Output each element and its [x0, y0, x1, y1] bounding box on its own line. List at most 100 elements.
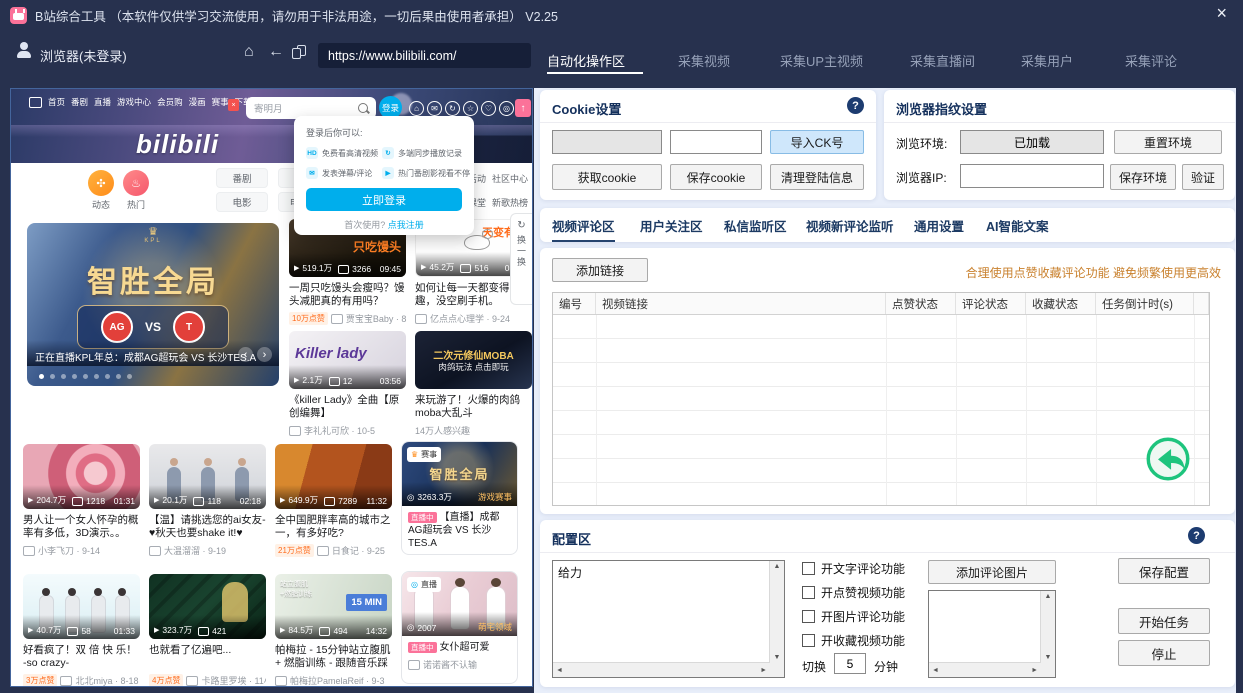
browser-ip-input[interactable] — [960, 164, 1104, 188]
stop-button[interactable]: 停止 — [1118, 640, 1210, 666]
video-thumbnail[interactable]: Killer lady ▶2.1万 12 03:56 — [289, 331, 406, 389]
hot-circle-icon[interactable]: ♨ — [123, 170, 149, 196]
image-list-area[interactable]: ▲▼ ◄► — [928, 590, 1056, 678]
horizontal-scrollbar[interactable]: ◄► — [929, 662, 1041, 677]
tab-collect-live[interactable]: 采集直播间 — [910, 51, 975, 70]
video-title[interactable]: 也就看了亿遍吧... — [149, 644, 266, 671]
video-card[interactable]: ▶323.7万 421 也就看了亿遍吧... 4万点赞 卡路里罗埃 · 11小时… — [149, 574, 266, 687]
tab-collect-comment[interactable]: 采集评论 — [1125, 51, 1177, 70]
cookie-input-1[interactable] — [552, 130, 662, 154]
checkbox-text-comment[interactable]: 开文字评论功能 — [802, 560, 905, 577]
live-title[interactable]: 直播中女仆超可爱 — [402, 636, 517, 655]
save-cookie-button[interactable]: 保存cookie — [670, 164, 762, 190]
activity-icon[interactable]: × — [228, 99, 239, 111]
nav-esports[interactable]: 赛事 — [212, 96, 229, 108]
vertical-scrollbar[interactable]: ▲▼ — [769, 561, 784, 663]
checkbox-image-comment[interactable]: 开图片评论功能 — [802, 608, 905, 625]
nav-live[interactable]: 直播 — [94, 96, 111, 108]
refresh-widget[interactable]: ↻ 换一换 — [510, 213, 532, 305]
refresh-icon[interactable]: ↻ — [517, 220, 525, 231]
horizontal-scrollbar[interactable]: ◄► — [553, 662, 770, 677]
get-cookie-button[interactable]: 获取cookie — [552, 164, 662, 190]
link-community[interactable]: 社区中心 — [492, 172, 528, 185]
subtab-dm-monitor[interactable]: 私信监听区 — [724, 216, 787, 240]
live-card[interactable]: ♛赛事 智胜全局 ◎3263.3万 游戏赛事 直播中【直播】成都AG超玩会 VS… — [401, 441, 518, 555]
video-card[interactable]: ▶20.1万 118 02:18 【温】请挑选您的ai女友-♥秋天也要shake… — [149, 444, 266, 557]
video-title[interactable]: 《killer Lady》全曲【原创编舞】 — [289, 394, 406, 421]
video-title[interactable]: 好看疯了！双 倍 快 乐！ -so crazy- — [23, 644, 140, 671]
video-card[interactable]: ▶204.7万 1218 01:31 男人让一个女人怀孕的概率有多低，3D演示。… — [23, 444, 140, 557]
nav-bangumi[interactable]: 番剧 — [71, 96, 88, 108]
live-carousel[interactable]: ♛KPL 智胜全局 AG VS T 正在直播KPL年总：成都AG超玩会 VS 长… — [27, 223, 279, 386]
message-icon[interactable]: ✉ — [427, 101, 442, 116]
login-now-button[interactable]: 立即登录 — [306, 188, 462, 211]
tab-collect-video[interactable]: 采集视频 — [678, 51, 730, 70]
subtab-general-settings[interactable]: 通用设置 — [914, 216, 964, 240]
video-title[interactable]: 帕梅拉 - 15分钟站立腹肌 + 燃脂训练 - 跟随音乐踩点 全程... — [275, 644, 392, 671]
video-thumbnail[interactable]: ▶20.1万 118 02:18 — [149, 444, 266, 509]
tab-collect-up-video[interactable]: 采集UP主视频 — [780, 51, 863, 70]
nav-manga[interactable]: 漫画 — [189, 96, 206, 108]
video-title[interactable]: 一周只吃馒头会瘦吗？馒头减肥真的有用吗？ — [289, 282, 406, 309]
back-icon[interactable]: ← — [268, 43, 284, 61]
live-title[interactable]: 直播中【直播】成都AG超玩会 VS 长沙TES.A — [402, 506, 517, 551]
cookie-input-2[interactable] — [670, 130, 762, 154]
clear-login-button[interactable]: 清理登陆信息 — [770, 164, 864, 190]
upload-button[interactable]: ↑ — [515, 99, 531, 117]
subtab-video-comment[interactable]: 视频评论区 — [552, 216, 615, 242]
tab-automation[interactable]: 自动化操作区 — [547, 51, 625, 70]
checkbox-favorite-video[interactable]: 开收藏视频功能 — [802, 632, 905, 649]
video-title[interactable]: 来玩游了！火爆的肉鸽moba大乱斗 — [415, 394, 532, 421]
nav-home[interactable]: 首页 — [48, 96, 65, 108]
start-task-button[interactable]: 开始任务 — [1118, 608, 1210, 634]
live-card[interactable]: ◎直播 ◎2007 萌宅领域 直播中女仆超可爱 诺诺酱不认输 — [401, 571, 518, 684]
carousel-dots[interactable] — [39, 374, 132, 379]
vertical-scrollbar[interactable]: ▲▼ — [1040, 591, 1055, 663]
return-arrow-icon[interactable] — [1145, 436, 1191, 482]
copy-icon[interactable] — [292, 45, 307, 60]
video-title[interactable]: 【温】请挑选您的ai女友-♥秋天也要shake it!♥ — [149, 514, 266, 541]
video-thumbnail[interactable]: ▶323.7万 421 — [149, 574, 266, 639]
video-thumbnail[interactable]: ▶204.7万 1218 01:31 — [23, 444, 140, 509]
add-comment-image-button[interactable]: 添加评论图片 — [928, 560, 1056, 584]
save-config-button[interactable]: 保存配置 — [1118, 558, 1210, 584]
comment-text-area[interactable]: 给力 ▲▼ ◄► — [552, 560, 785, 678]
add-link-button[interactable]: 添加链接 — [552, 258, 648, 282]
video-card[interactable]: ▶649.9万 7289 11:32 全中国肥胖率高的城市之一，有多好吃? 21… — [275, 444, 392, 557]
close-icon[interactable]: × — [1216, 3, 1227, 24]
home-icon[interactable]: ⌂ — [244, 43, 254, 61]
subtab-user-follow[interactable]: 用户关注区 — [640, 216, 703, 240]
url-input[interactable]: https://www.bilibili.com/ — [318, 43, 531, 68]
switch-minutes-input[interactable]: 5 — [834, 653, 866, 674]
reset-env-button[interactable]: 重置环境 — [1114, 130, 1222, 154]
subtab-new-comment-monitor[interactable]: 视频新评论监听 — [806, 216, 894, 240]
chip-movie[interactable]: 电影 — [216, 192, 268, 212]
task-table[interactable]: 编号 视频链接 点赞状态 评论状态 收藏状态 任务倒计时(s) — [552, 292, 1210, 506]
ad-card[interactable]: 二次元修仙MOBA 肉鸽玩法 点击即玩 来玩游了！火爆的肉鸽moba大乱斗 14… — [415, 331, 532, 437]
subtab-ai-copywriting[interactable]: AI智能文案 — [986, 216, 1049, 240]
link-music-chart[interactable]: 新歌热榜 — [492, 196, 528, 209]
creation-icon[interactable]: ◎ — [499, 101, 514, 116]
import-ck-button[interactable]: 导入CK号 — [770, 130, 864, 154]
video-title[interactable]: 全中国肥胖率高的城市之一，有多好吃? — [275, 514, 392, 541]
history-icon[interactable]: ♡ — [481, 101, 496, 116]
video-thumbnail[interactable]: 站立腹肌+燃脂训练 15 MIN ▶84.5万 494 14:32 — [275, 574, 392, 639]
chip-bangumi[interactable]: 番剧 — [216, 168, 268, 188]
video-thumbnail[interactable]: ▶40.7万 58 01:33 — [23, 574, 140, 639]
video-card[interactable]: Killer lady ▶2.1万 12 03:56 《killer Lady》… — [289, 331, 406, 437]
video-title[interactable]: 男人让一个女人怀孕的概率有多低，3D演示。。 — [23, 514, 140, 541]
nav-game-center[interactable]: 游戏中心 — [117, 96, 151, 108]
carousel-next-icon[interactable]: › — [257, 347, 272, 362]
verify-button[interactable]: 验证 — [1182, 164, 1224, 190]
video-thumbnail[interactable]: ▶649.9万 7289 11:32 — [275, 444, 392, 509]
video-card[interactable]: ▶40.7万 58 01:33 好看疯了！双 倍 快 乐！ -so crazy-… — [23, 574, 140, 687]
cookie-help-icon[interactable]: ? — [847, 97, 864, 114]
search-icon[interactable] — [358, 103, 368, 113]
member-icon[interactable]: ⌂ — [409, 101, 424, 116]
dynamic-circle-icon[interactable]: ✣ — [88, 170, 114, 196]
carousel-prev-icon[interactable]: ‹ — [238, 347, 253, 362]
video-thumbnail[interactable]: 二次元修仙MOBA 肉鸽玩法 点击即玩 — [415, 331, 532, 389]
dynamic-icon[interactable]: ↻ — [445, 101, 460, 116]
config-help-icon[interactable]: ? — [1188, 527, 1205, 544]
checkbox-like-video[interactable]: 开点赞视频功能 — [802, 584, 905, 601]
